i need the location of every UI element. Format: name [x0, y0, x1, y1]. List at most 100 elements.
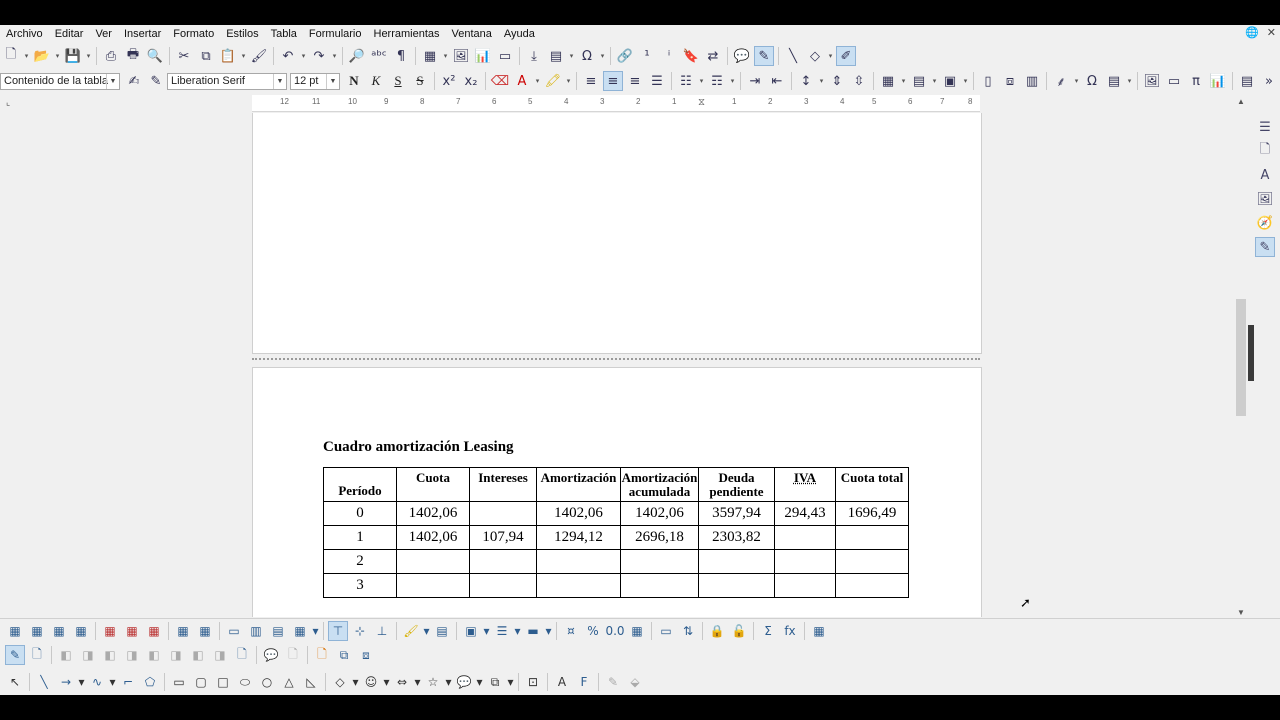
header-cuota-total[interactable]: Cuota total	[835, 467, 909, 502]
table-cell[interactable]	[774, 549, 836, 574]
show-changes-icon[interactable]: 🗋	[27, 645, 47, 665]
number-format-percent-icon[interactable]: %	[583, 621, 603, 641]
chart-icon[interactable]: 📊	[1208, 71, 1228, 91]
polygon-icon[interactable]: ⬠	[140, 672, 160, 692]
table-cell[interactable]	[396, 573, 470, 598]
optimize-size-icon[interactable]: ▦	[290, 621, 310, 641]
rectangle-icon[interactable]: ▭	[169, 672, 189, 692]
insert-image-icon[interactable]: 🖼	[451, 46, 471, 66]
endnote-icon[interactable]: ⁱ	[659, 46, 679, 66]
language-icon[interactable]: 🌐	[1245, 26, 1259, 39]
table-cell[interactable]	[469, 573, 537, 598]
menu-ayuda[interactable]: Ayuda	[498, 28, 541, 40]
line-icon[interactable]: ╲	[34, 672, 54, 692]
special-character-icon[interactable]: Ω	[577, 46, 597, 66]
subscript-icon[interactable]: x₂	[461, 71, 481, 91]
header-cuota[interactable]: Cuota	[396, 467, 470, 502]
new-dropdown-icon[interactable]: ▾	[22, 46, 31, 66]
page-break-icon[interactable]: ⤓	[524, 46, 544, 66]
table-cell[interactable]	[698, 549, 775, 574]
merge-document-icon[interactable]: ⧉	[334, 645, 354, 665]
number-format-date-icon[interactable]: ▦	[627, 621, 647, 641]
page-icon[interactable]: 🗋	[1255, 141, 1275, 161]
arrow-line-icon[interactable]: →	[56, 672, 76, 692]
bookmark-icon[interactable]: 🔖	[681, 46, 701, 66]
rounded-rectangle-icon[interactable]: ▢	[191, 672, 211, 692]
insert-columns-after-icon[interactable]: ▦	[71, 621, 91, 641]
accept-change-icon[interactable]: ◧	[100, 645, 120, 665]
field-dropdown-icon[interactable]: ▾	[567, 46, 576, 66]
line-spacing-dropdown-icon[interactable]: ▾	[817, 71, 826, 91]
page-previous[interactable]	[252, 113, 982, 354]
accept-all-icon[interactable]: ◧	[144, 645, 164, 665]
border-style-dropdown-icon[interactable]: ▾	[513, 621, 522, 641]
split-cells-icon[interactable]: ▥	[246, 621, 266, 641]
header-intereses[interactable]: Intereses	[469, 467, 537, 502]
menu-formulario[interactable]: Formulario	[303, 28, 368, 40]
table-cell[interactable]: 3597,94	[698, 501, 775, 526]
block-arrows-icon[interactable]: ⇔	[392, 672, 412, 692]
optimize-dropdown-icon[interactable]: ▾	[311, 621, 320, 641]
delete-columns-icon[interactable]: ▦	[122, 621, 142, 641]
split-table-icon[interactable]: ▤	[268, 621, 288, 641]
styles-icon[interactable]: A	[1255, 165, 1275, 185]
fontwork-icon[interactable]: F	[574, 672, 594, 692]
redo-dropdown-icon[interactable]: ▾	[330, 46, 339, 66]
insert-footnote-icon[interactable]: ▯	[978, 71, 998, 91]
table-cell[interactable]	[698, 573, 775, 598]
ruler-indent-marker-icon[interactable]: ⧖	[698, 97, 705, 108]
table-icon[interactable]: ▦	[878, 71, 898, 91]
paste-dropdown-icon[interactable]: ▾	[239, 46, 248, 66]
flowchart-dropdown-icon[interactable]: ▾	[506, 672, 515, 692]
scroll-down-icon[interactable]: ▼	[1234, 608, 1248, 617]
menu-editar[interactable]: Editar	[49, 28, 90, 40]
print-preview-icon[interactable]: 🔍	[145, 46, 165, 66]
manage-changes-icon[interactable]: 🗋	[232, 645, 252, 665]
insert-table-icon[interactable]: ▦	[420, 46, 440, 66]
highlighting-icon[interactable]: 🖍	[543, 71, 563, 91]
menu-tabla[interactable]: Tabla	[265, 28, 303, 40]
scroll-up-icon[interactable]: ▲	[1234, 97, 1248, 106]
stars-icon[interactable]: ☆	[423, 672, 443, 692]
style-inspector-icon[interactable]: ✎	[1255, 237, 1275, 257]
special-char-dropdown-icon[interactable]: ▾	[598, 46, 607, 66]
menu-formato[interactable]: Formato	[167, 28, 220, 40]
table-cell[interactable]: 1402,06	[396, 525, 470, 550]
sum-icon[interactable]: Σ	[758, 621, 778, 641]
square-icon[interactable]: □	[213, 672, 233, 692]
menu-ventana[interactable]: Ventana	[446, 28, 498, 40]
decrease-paragraph-spacing-icon[interactable]: ⇳	[849, 71, 869, 91]
table-cell[interactable]	[774, 573, 836, 598]
find-replace-icon[interactable]: 🔎	[347, 46, 367, 66]
formatting-marks-icon[interactable]: ¶	[391, 46, 411, 66]
curve-icon[interactable]: ∿	[87, 672, 107, 692]
horizontal-ruler[interactable]: 12 11 10 9 8 7 6 5 4 3 2 1 ⧖ 1 2 3 4 5 6…	[252, 95, 980, 112]
table-cell[interactable]: 294,43	[774, 501, 836, 526]
track-changes-icon[interactable]: ✎	[754, 46, 774, 66]
increase-paragraph-spacing-icon[interactable]: ⇕	[827, 71, 847, 91]
cut-icon[interactable]: ✂	[174, 46, 194, 66]
highlight-dropdown-icon[interactable]: ▾	[564, 71, 573, 91]
new-style-icon[interactable]: ✎	[146, 71, 166, 91]
insert-chart-icon[interactable]: 📊	[473, 46, 493, 66]
insert-text-box-icon[interactable]: A	[552, 672, 572, 692]
compare-document-icon[interactable]: 🗋	[312, 645, 332, 665]
borders-dropdown-icon[interactable]: ▾	[961, 71, 970, 91]
field-icon[interactable]: ▤	[1104, 71, 1124, 91]
table-cell[interactable]: 3	[323, 573, 397, 598]
delete-rows-icon[interactable]: ▦	[100, 621, 120, 641]
header-amortizacion-acumulada[interactable]: Amortización acumulada	[620, 467, 699, 502]
insert-frame-icon[interactable]: ⧈	[1000, 71, 1020, 91]
align-left-icon[interactable]: ≡	[581, 71, 601, 91]
autospell-dropdown-icon[interactable]: ▾	[1072, 71, 1081, 91]
table-cell[interactable]: 1294,12	[536, 525, 621, 550]
flowchart-icon[interactable]: ⧉	[485, 672, 505, 692]
header-iva[interactable]: IVA	[774, 467, 836, 502]
clear-formatting-icon[interactable]: ⌫	[490, 71, 510, 91]
menu-insertar[interactable]: Insertar	[118, 28, 167, 40]
table-cell[interactable]: 1	[323, 525, 397, 550]
basic-shapes-icon[interactable]: ◇	[330, 672, 350, 692]
image-icon[interactable]: 🖼	[1142, 71, 1162, 91]
table-cell[interactable]: 1402,06	[620, 501, 699, 526]
undo-dropdown-icon[interactable]: ▾	[299, 46, 308, 66]
